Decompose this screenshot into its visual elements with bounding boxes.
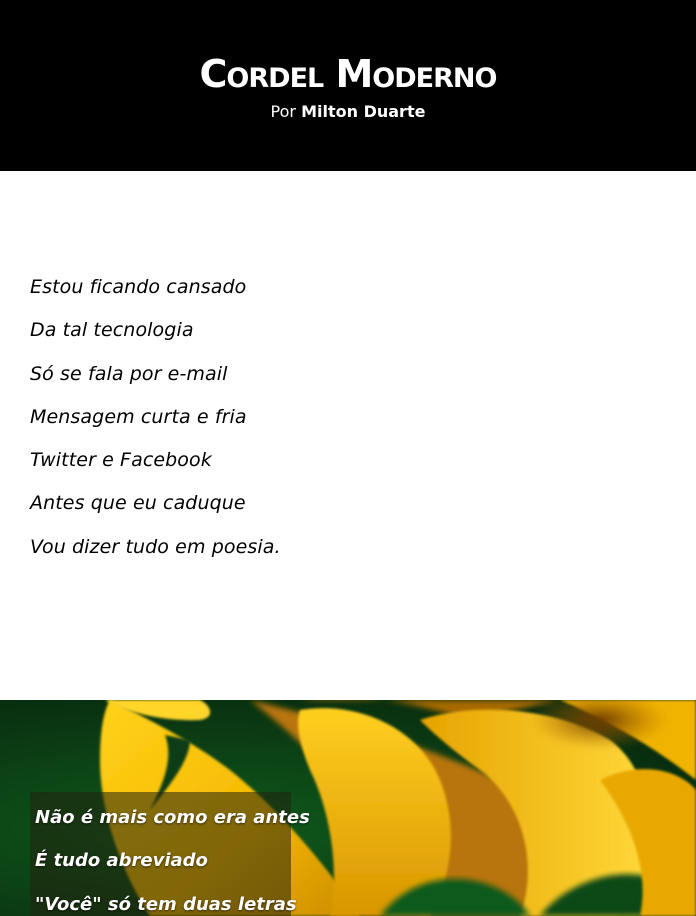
caption-verse: "Você" só tem duas letras bbox=[35, 893, 297, 915]
byline-prefix: Por bbox=[270, 102, 296, 121]
caption-verse: É tudo abreviado bbox=[35, 850, 208, 872]
author-name: Milton Duarte bbox=[301, 102, 426, 121]
page-header: Cordel Moderno Por Milton Duarte bbox=[0, 0, 696, 171]
poem-verse: Vou dizer tudo em poesia. bbox=[30, 535, 281, 558]
caption-verse: Não é mais como era antes bbox=[35, 807, 310, 828]
poem-verse: Estou ficando cansado bbox=[30, 276, 247, 298]
caption-overlay: Não é mais como era antes É tudo abrevia… bbox=[30, 792, 310, 916]
poem-verse: Mensagem curta e fria bbox=[30, 405, 247, 428]
poem-verse: Só se fala por e-mail bbox=[30, 362, 228, 385]
poem-stanza: Estou ficando cansado Da tal tecnologia … bbox=[30, 266, 666, 569]
yellow-flower-photo: Não é mais como era antes É tudo abrevia… bbox=[0, 700, 696, 916]
poem-verse: Antes que eu caduque bbox=[30, 492, 246, 515]
poem-verse: Da tal tecnologia bbox=[30, 319, 194, 342]
byline: Por Milton Duarte bbox=[0, 101, 696, 123]
poem-verse: Twitter e Facebook bbox=[30, 449, 212, 472]
page-title: Cordel Moderno bbox=[199, 52, 498, 96]
